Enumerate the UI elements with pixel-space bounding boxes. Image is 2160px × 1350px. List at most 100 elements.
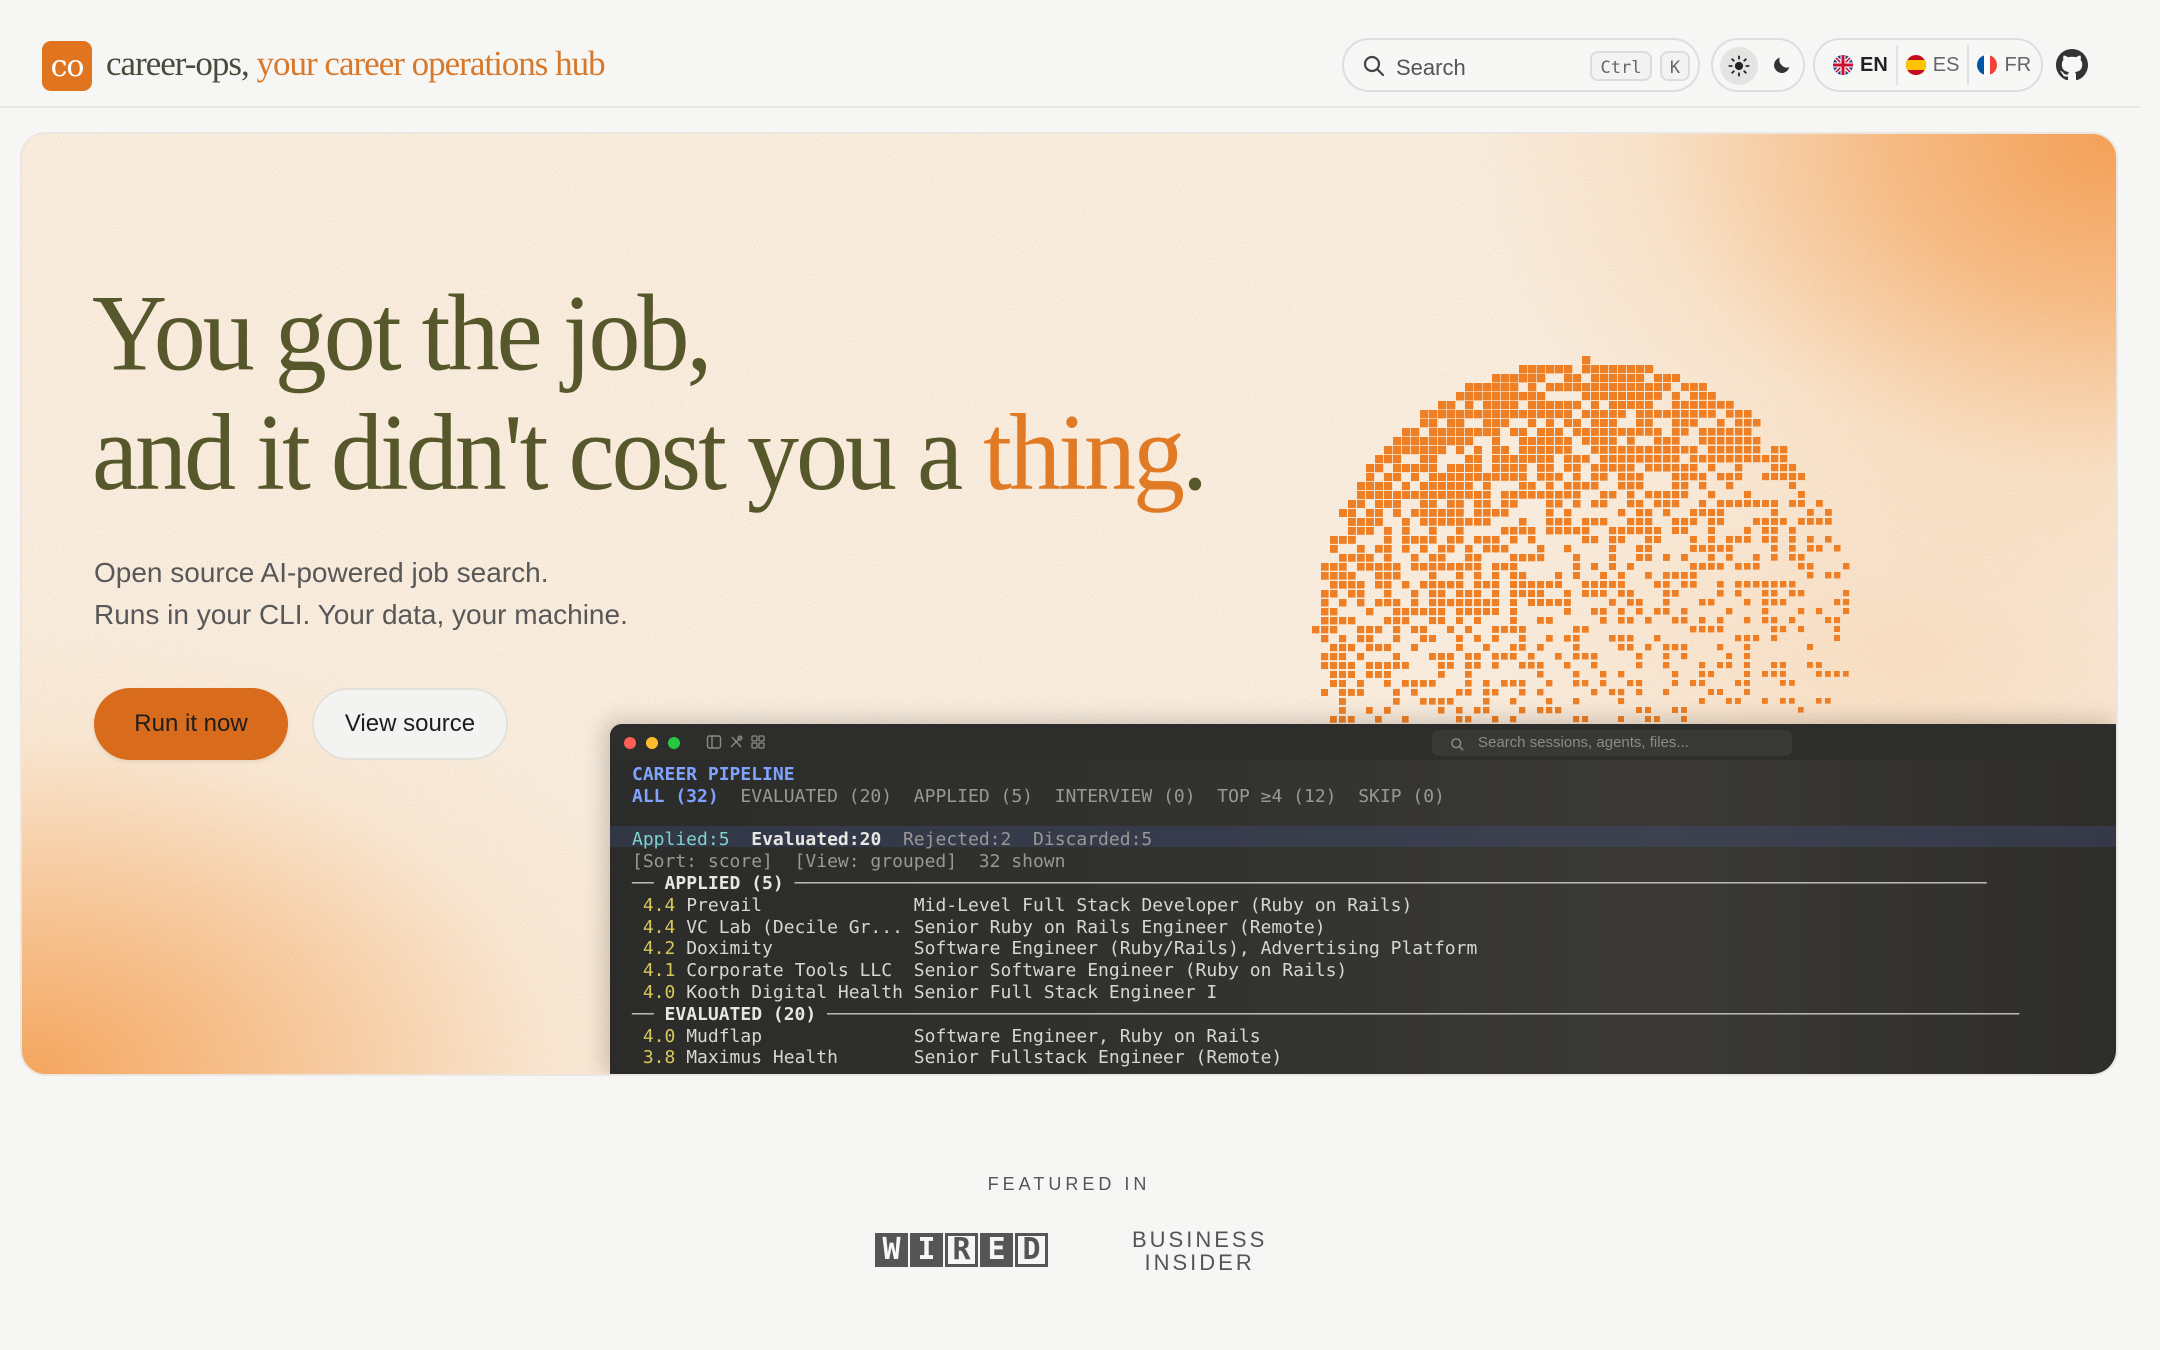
- sun-dot: [1402, 716, 1409, 723]
- sun-dot: [1330, 716, 1337, 723]
- sidebar-toggle-icon[interactable]: [706, 734, 722, 755]
- grid-icon[interactable]: [750, 734, 766, 755]
- sun-dot: [1465, 401, 1474, 410]
- sun-dot: [1510, 581, 1518, 589]
- sun-dot: [1429, 509, 1437, 517]
- sun-dot: [1627, 563, 1634, 570]
- sun-dot: [1636, 446, 1644, 454]
- sun-dot: [1465, 599, 1473, 607]
- search-button[interactable]: Search Ctrl K: [1342, 38, 1700, 92]
- sun-dot: [1321, 617, 1329, 625]
- sun-dot: [1375, 662, 1382, 669]
- sun-dot: [1591, 653, 1598, 660]
- sun-dot: [1564, 491, 1572, 499]
- close-dot[interactable]: [624, 737, 636, 749]
- sun-dot: [1357, 590, 1365, 598]
- sun-dot: [1339, 617, 1347, 625]
- sun-dot: [1825, 536, 1832, 543]
- sun-dot: [1411, 437, 1420, 446]
- sun-dot: [1609, 419, 1617, 427]
- tab-applied[interactable]: APPLIED (5): [914, 786, 1033, 807]
- sun-dot: [1816, 662, 1822, 668]
- sun-dot: [1366, 635, 1374, 643]
- sun-dot: [1681, 419, 1689, 427]
- sun-icon[interactable]: [1720, 47, 1758, 85]
- minimize-dot[interactable]: [646, 737, 658, 749]
- sun-dot: [1492, 545, 1500, 553]
- table-row[interactable]: 4.0 Mudflap Software Engineer, Ruby on R…: [632, 1026, 2019, 1048]
- sun-dot: [1429, 428, 1438, 437]
- theme-toggle[interactable]: [1711, 38, 1805, 92]
- sun-dot: [1411, 554, 1419, 562]
- sun-dot: [1501, 509, 1509, 517]
- table-row[interactable]: 4.1 Corporate Tools LLC Senior Software …: [632, 960, 2019, 982]
- business-insider-logo[interactable]: BUSINESS INSIDER: [1132, 1228, 1267, 1274]
- table-row[interactable]: 3.8 Maximus Health Senior Fullstack Engi…: [632, 1047, 2019, 1069]
- tab-skip[interactable]: SKIP (0): [1358, 786, 1445, 807]
- table-row[interactable]: 4.4 VC Lab (Decile Gr... Senior Ruby on …: [632, 917, 2019, 939]
- view-source-button[interactable]: View source: [312, 688, 508, 760]
- sun-dot: [1339, 536, 1347, 544]
- sun-dot: [1546, 500, 1554, 508]
- sun-dot: [1627, 401, 1635, 409]
- table-row[interactable]: 4.2 Doximity Software Engineer (Ruby/Rai…: [632, 938, 2019, 960]
- sun-dot: [1735, 428, 1743, 436]
- sun-dot: [1393, 455, 1402, 464]
- sun-dot: [1636, 509, 1644, 517]
- sun-dot: [1744, 527, 1751, 534]
- sun-dot: [1600, 671, 1607, 678]
- sun-dot: [1492, 689, 1499, 696]
- sun-dot: [1807, 545, 1814, 552]
- company: Prevail: [686, 894, 903, 916]
- brand-title[interactable]: career-ops, your career operations hub: [106, 44, 606, 84]
- table-row[interactable]: 4.0 Kooth Digital Health Senior Full Sta…: [632, 982, 2019, 1004]
- sun-dot: [1528, 446, 1536, 454]
- tools-icon[interactable]: [728, 734, 744, 755]
- sun-dot: [1546, 428, 1554, 436]
- sun-dot: [1591, 392, 1600, 401]
- sun-dot: [1528, 536, 1536, 544]
- logo[interactable]: co: [42, 41, 92, 91]
- sun-dot: [1348, 581, 1356, 589]
- sun-dot: [1600, 491, 1608, 499]
- sun-dot: [1600, 473, 1608, 481]
- maximize-dot[interactable]: [668, 737, 680, 749]
- terminal-search-input[interactable]: Search sessions, agents, files...: [1432, 730, 1792, 756]
- wired-logo[interactable]: WIRED: [875, 1233, 1048, 1267]
- github-icon[interactable]: [2056, 49, 2088, 86]
- lang-es[interactable]: ES: [1895, 45, 1968, 85]
- table-row[interactable]: 4.4 Prevail Mid-Level Full Stack Develop…: [632, 895, 2019, 917]
- sun-dot: [1798, 707, 1804, 713]
- lang-fr[interactable]: FR: [1967, 45, 2039, 85]
- sun-dot: [1798, 590, 1805, 597]
- sun-dot: [1618, 410, 1626, 418]
- tab-top[interactable]: TOP ≥4 (12): [1217, 786, 1336, 807]
- lang-en[interactable]: EN: [1825, 45, 1896, 85]
- sun-dot: [1474, 500, 1482, 508]
- sun-dot: [1429, 437, 1438, 446]
- tab-interview[interactable]: INTERVIEW (0): [1055, 786, 1196, 807]
- sun-dot: [1807, 563, 1814, 570]
- sun-dot: [1456, 599, 1464, 607]
- tab-evaluated[interactable]: EVALUATED (20): [740, 786, 892, 807]
- sun-dot: [1348, 689, 1355, 696]
- sun-dot: [1537, 446, 1545, 454]
- sun-dot: [1519, 554, 1527, 562]
- sun-dot: [1492, 464, 1500, 472]
- sun-dot: [1789, 617, 1796, 624]
- sun-dot: [1402, 491, 1410, 499]
- subtitle-line-2: Runs in your CLI. Your data, your machin…: [94, 599, 628, 630]
- sun-dot: [1510, 716, 1517, 723]
- sun-dot: [1375, 644, 1383, 652]
- run-it-now-button[interactable]: Run it now: [94, 688, 288, 760]
- sun-dot: [1474, 563, 1482, 571]
- sun-dot: [1411, 680, 1418, 687]
- sun-dot: [1744, 491, 1752, 499]
- sun-dot: [1690, 410, 1698, 418]
- sun-dot: [1807, 662, 1813, 668]
- moon-icon[interactable]: [1771, 54, 1793, 81]
- sun-dot: [1636, 680, 1643, 687]
- sun-dot: [1699, 473, 1707, 481]
- tab-all[interactable]: ALL (32): [632, 786, 719, 807]
- sun-dot: [1681, 464, 1689, 472]
